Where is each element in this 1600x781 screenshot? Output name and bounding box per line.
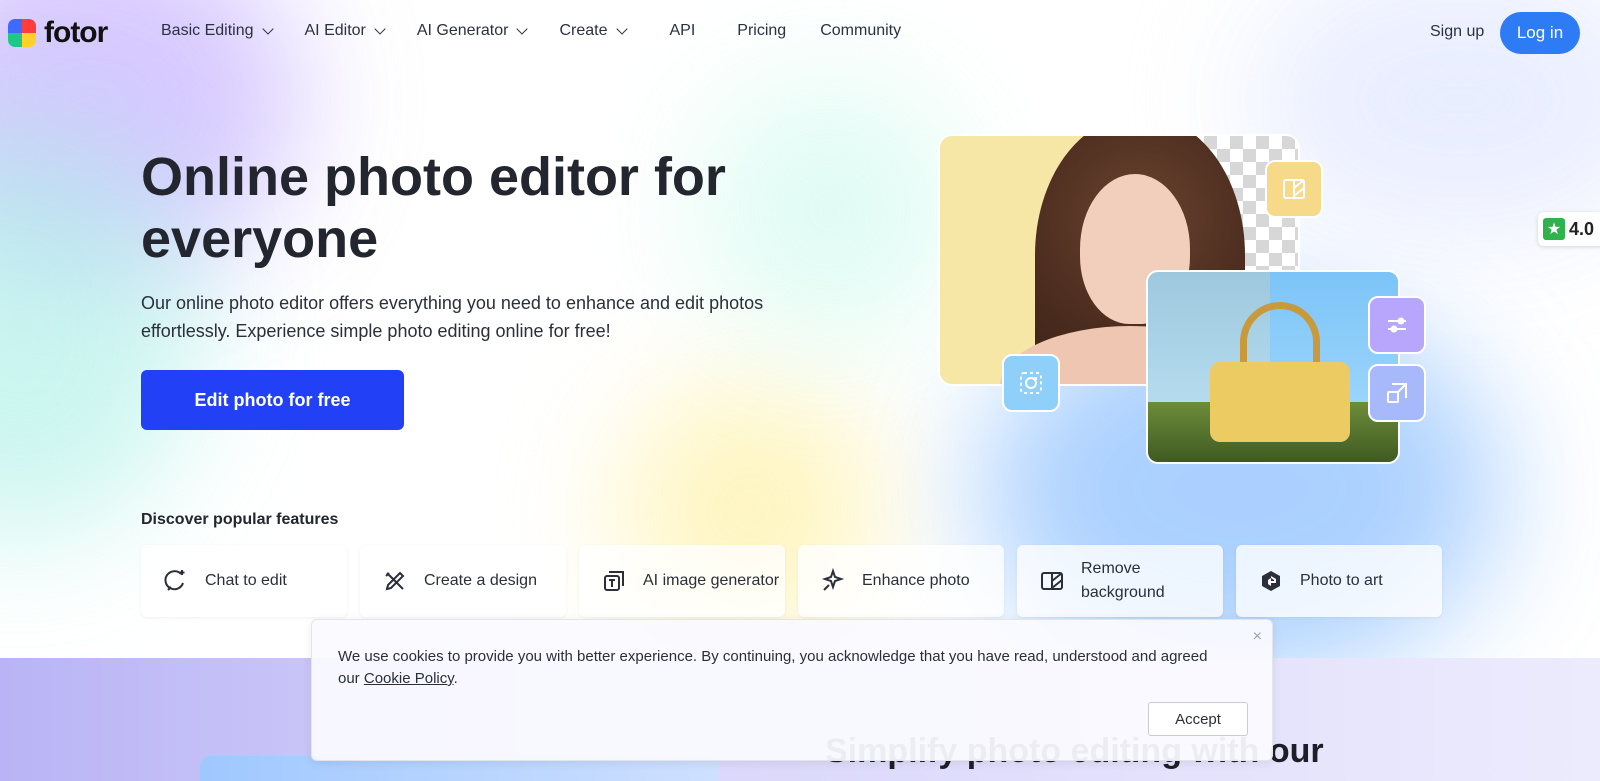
hero-title: Online photo editor for everyone bbox=[141, 147, 726, 269]
accept-button[interactable]: Accept bbox=[1148, 702, 1248, 736]
feature-label: Enhance photo bbox=[862, 572, 970, 589]
feature-label: Chat to edit bbox=[205, 572, 287, 589]
feature-list: Chat to edit Create a design AI image ge… bbox=[141, 545, 1442, 617]
cookie-message: We use cookies to provide you with bette… bbox=[338, 648, 1208, 687]
feature-label: AI image generator bbox=[643, 572, 780, 589]
fotor-logo[interactable]: fotor bbox=[8, 16, 108, 50]
chevron-down-icon bbox=[261, 23, 274, 35]
cookie-banner: × We use cookies to provide you with bet… bbox=[311, 619, 1273, 761]
nav-community[interactable]: Community bbox=[820, 22, 901, 40]
feature-remove-background[interactable]: Remove background bbox=[1017, 545, 1223, 617]
close-icon[interactable]: × bbox=[1253, 628, 1262, 646]
remove-bg-icon bbox=[1041, 572, 1063, 590]
design-pencil-icon bbox=[385, 571, 405, 591]
features-heading: Discover popular features bbox=[141, 511, 339, 528]
resize-icon bbox=[1368, 364, 1426, 422]
nav-label: AI Editor bbox=[304, 22, 366, 39]
rating-badge[interactable]: ★ 4.0 bbox=[1538, 212, 1600, 246]
nav-pricing[interactable]: Pricing bbox=[737, 22, 786, 40]
chevron-down-icon bbox=[374, 23, 386, 35]
handbag-image bbox=[1148, 272, 1398, 462]
nav-ai-generator[interactable]: AI Generator bbox=[416, 22, 529, 40]
nav-label: Community bbox=[820, 22, 902, 39]
feature-create-design[interactable]: Create a design bbox=[360, 545, 566, 617]
rating-value: 4.0 bbox=[1569, 218, 1595, 239]
feature-label: Photo to art bbox=[1300, 572, 1383, 589]
cookie-period: . bbox=[453, 670, 458, 687]
feature-ai-image-generator[interactable]: AI image generator bbox=[579, 545, 785, 617]
feature-label: Create a design bbox=[424, 572, 537, 589]
rotate-crop-icon bbox=[1002, 354, 1060, 412]
top-nav: fotor Basic Editing AI Editor AI Generat… bbox=[0, 0, 1600, 66]
logo-text: fotor bbox=[44, 16, 108, 49]
ai-image-icon bbox=[604, 571, 624, 591]
nav-label: AI Generator bbox=[416, 22, 509, 39]
feature-enhance-photo[interactable]: Enhance photo bbox=[798, 545, 1004, 617]
logo-mark-icon bbox=[8, 19, 36, 47]
login-button[interactable]: Log in bbox=[1500, 12, 1580, 54]
hero-illustration bbox=[940, 118, 1440, 478]
feature-label: Remove background bbox=[1081, 560, 1165, 601]
chevron-down-icon bbox=[615, 23, 628, 35]
feature-photo-to-art[interactable]: Photo to art bbox=[1236, 545, 1442, 617]
nav-create[interactable]: Create bbox=[559, 22, 628, 40]
nav-basic-editing[interactable]: Basic Editing bbox=[161, 22, 274, 40]
main-menu: Basic Editing AI Editor AI Generator Cre… bbox=[161, 22, 934, 40]
nav-label: Create bbox=[559, 22, 608, 39]
sparkle-enhance-icon bbox=[821, 568, 845, 591]
nav-ai-editor[interactable]: AI Editor bbox=[304, 22, 386, 40]
cookie-policy-link[interactable]: Cookie Policy bbox=[364, 670, 454, 687]
nav-api[interactable]: API bbox=[670, 22, 696, 40]
remove-bg-icon bbox=[1265, 160, 1323, 218]
chat-edit-icon bbox=[164, 570, 185, 591]
edit-photo-button[interactable]: Edit photo for free bbox=[141, 370, 404, 430]
nav-label: Basic Editing bbox=[161, 22, 254, 39]
signup-link[interactable]: Sign up bbox=[1430, 23, 1484, 41]
art-g-icon bbox=[1262, 571, 1280, 591]
cookie-text: We use cookies to provide you with bette… bbox=[338, 646, 1218, 690]
feature-chat-to-edit[interactable]: Chat to edit bbox=[141, 545, 347, 617]
chevron-down-icon bbox=[516, 23, 529, 35]
nav-label: Pricing bbox=[737, 22, 787, 39]
star-icon: ★ bbox=[1543, 218, 1565, 240]
nav-label: API bbox=[669, 22, 696, 39]
sliders-icon bbox=[1368, 296, 1426, 354]
hero-subtitle: Our online photo editor offers everythin… bbox=[141, 293, 764, 341]
